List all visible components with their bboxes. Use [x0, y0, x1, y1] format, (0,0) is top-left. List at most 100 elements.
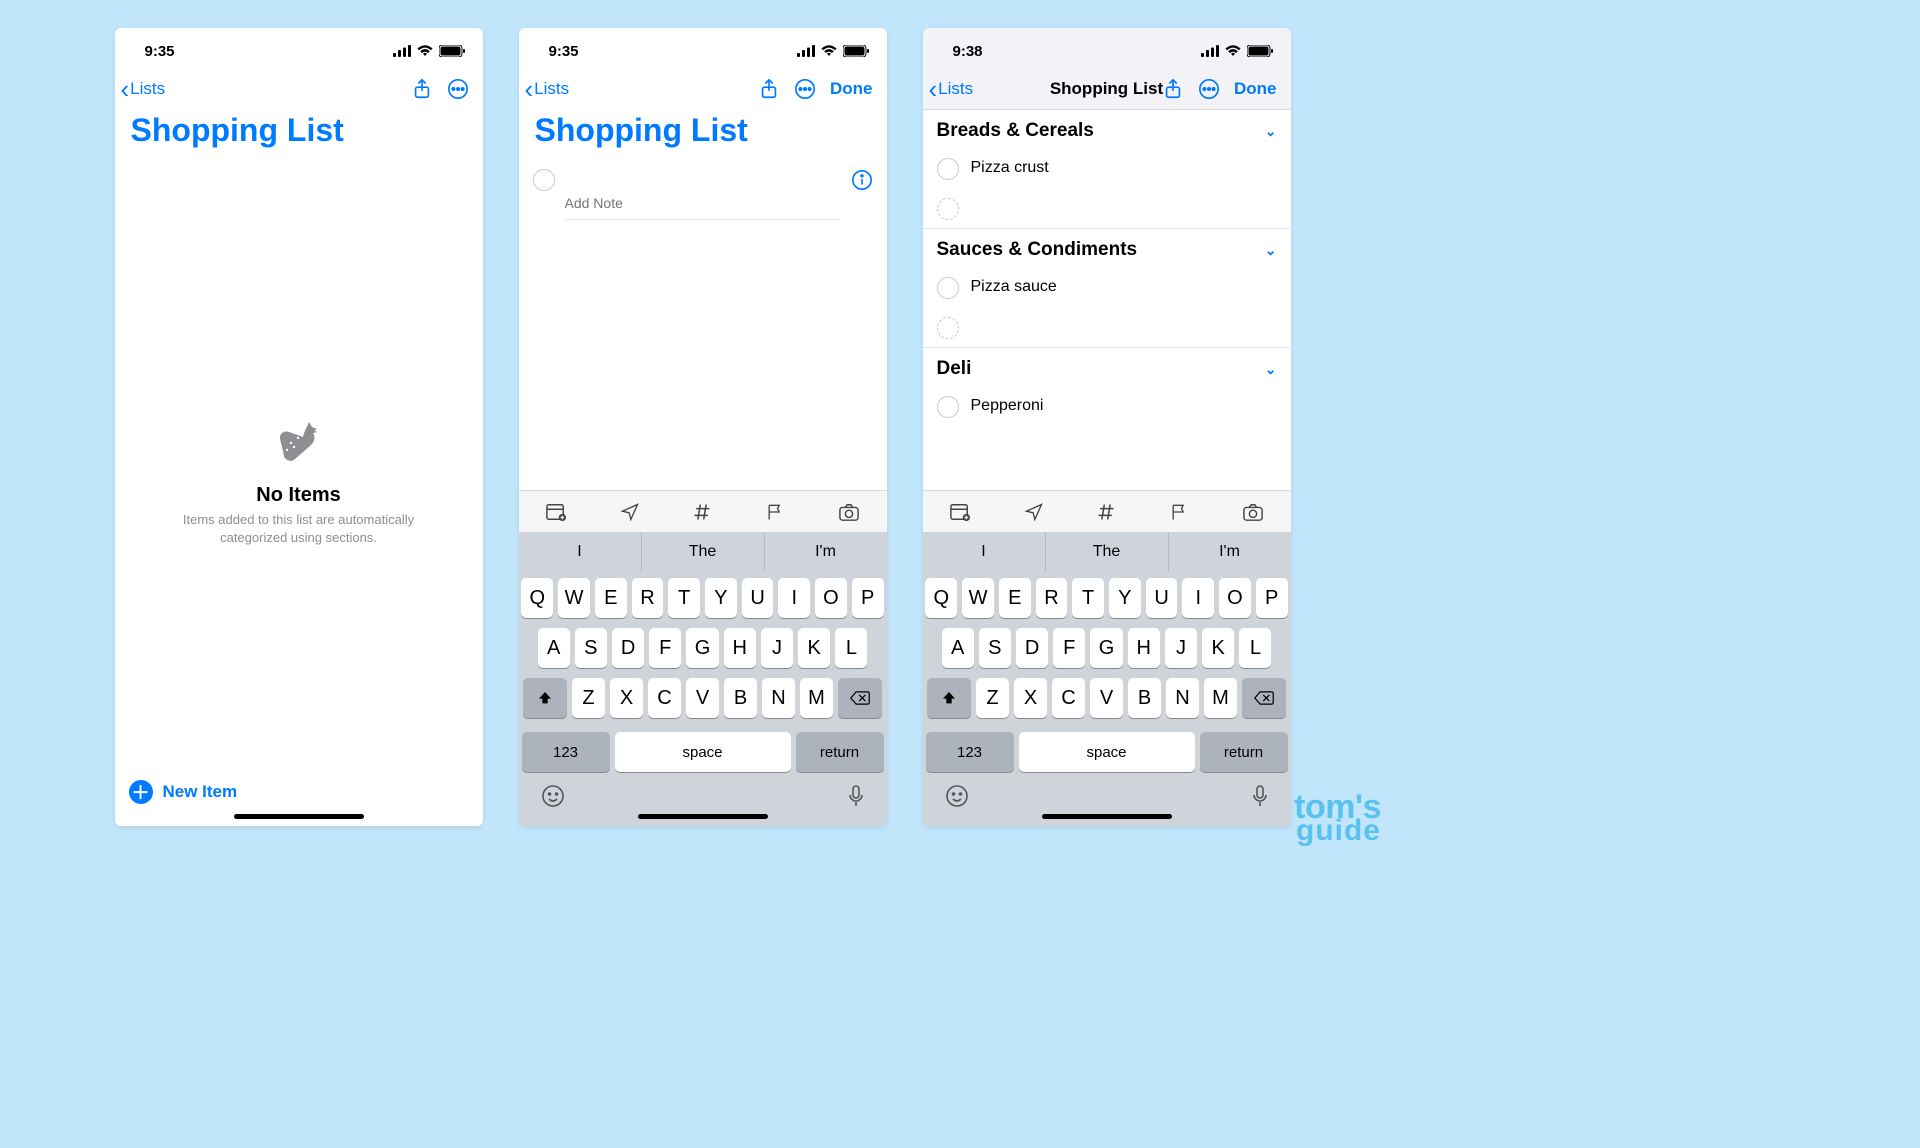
- space-key[interactable]: space: [615, 732, 791, 772]
- key-y[interactable]: Y: [1109, 578, 1141, 618]
- calendar-icon[interactable]: [545, 502, 567, 522]
- key-k[interactable]: K: [798, 628, 830, 668]
- backspace-key[interactable]: [1242, 678, 1286, 718]
- emoji-icon[interactable]: [945, 784, 969, 808]
- reminder-checkbox[interactable]: [937, 396, 959, 418]
- key-b[interactable]: B: [1128, 678, 1161, 718]
- more-icon[interactable]: [1198, 78, 1220, 100]
- key-r[interactable]: R: [1036, 578, 1068, 618]
- key-l[interactable]: L: [1239, 628, 1271, 668]
- key-j[interactable]: J: [761, 628, 793, 668]
- section-header[interactable]: Sauces & Condiments ⌄: [923, 228, 1291, 267]
- key-j[interactable]: J: [1165, 628, 1197, 668]
- key-e[interactable]: E: [595, 578, 627, 618]
- camera-icon[interactable]: [1242, 502, 1264, 522]
- key-x[interactable]: X: [1014, 678, 1047, 718]
- suggestion-1[interactable]: I: [519, 532, 642, 572]
- key-t[interactable]: T: [668, 578, 700, 618]
- home-indicator[interactable]: [1042, 814, 1172, 819]
- hashtag-icon[interactable]: [692, 502, 712, 522]
- reminder-checkbox[interactable]: [937, 158, 959, 180]
- reminder-checkbox-placeholder[interactable]: [937, 198, 959, 220]
- info-icon[interactable]: [851, 169, 873, 191]
- key-w[interactable]: W: [962, 578, 994, 618]
- space-key[interactable]: space: [1019, 732, 1195, 772]
- key-c[interactable]: C: [1052, 678, 1085, 718]
- shift-key[interactable]: [523, 678, 567, 718]
- return-key[interactable]: return: [1200, 732, 1288, 772]
- key-s[interactable]: S: [575, 628, 607, 668]
- new-item-button[interactable]: ＋ New Item: [129, 780, 238, 804]
- key-k[interactable]: K: [1202, 628, 1234, 668]
- location-icon[interactable]: [1024, 502, 1044, 522]
- list-item-placeholder[interactable]: [923, 307, 1291, 347]
- key-r[interactable]: R: [632, 578, 664, 618]
- key-a[interactable]: A: [538, 628, 570, 668]
- list-item-placeholder[interactable]: [923, 188, 1291, 228]
- key-q[interactable]: Q: [925, 578, 957, 618]
- reminder-checkbox[interactable]: [533, 169, 555, 191]
- key-i[interactable]: I: [778, 578, 810, 618]
- numbers-key[interactable]: 123: [926, 732, 1014, 772]
- suggestion-3[interactable]: I'm: [765, 532, 887, 572]
- key-z[interactable]: Z: [976, 678, 1009, 718]
- home-indicator[interactable]: [638, 814, 768, 819]
- reminder-note-input[interactable]: [565, 195, 841, 220]
- camera-icon[interactable]: [838, 502, 860, 522]
- key-s[interactable]: S: [979, 628, 1011, 668]
- key-m[interactable]: M: [1204, 678, 1237, 718]
- shift-key[interactable]: [927, 678, 971, 718]
- key-p[interactable]: P: [1256, 578, 1288, 618]
- key-w[interactable]: W: [558, 578, 590, 618]
- key-b[interactable]: B: [724, 678, 757, 718]
- reminder-checkbox[interactable]: [937, 277, 959, 299]
- key-n[interactable]: N: [1166, 678, 1199, 718]
- list-item[interactable]: Pizza crust: [923, 148, 1291, 188]
- home-indicator[interactable]: [234, 814, 364, 819]
- list-item[interactable]: Pizza sauce: [923, 267, 1291, 307]
- key-i[interactable]: I: [1182, 578, 1214, 618]
- return-key[interactable]: return: [796, 732, 884, 772]
- backspace-key[interactable]: [838, 678, 882, 718]
- suggestion-1[interactable]: I: [923, 532, 1046, 572]
- key-l[interactable]: L: [835, 628, 867, 668]
- more-icon[interactable]: [794, 78, 816, 100]
- key-z[interactable]: Z: [572, 678, 605, 718]
- suggestion-2[interactable]: The: [642, 532, 765, 572]
- key-v[interactable]: V: [1090, 678, 1123, 718]
- location-icon[interactable]: [620, 502, 640, 522]
- key-g[interactable]: G: [686, 628, 718, 668]
- key-v[interactable]: V: [686, 678, 719, 718]
- flag-icon[interactable]: [765, 502, 785, 522]
- reminder-title-input[interactable]: [565, 167, 841, 195]
- key-g[interactable]: G: [1090, 628, 1122, 668]
- suggestion-3[interactable]: I'm: [1169, 532, 1291, 572]
- key-e[interactable]: E: [999, 578, 1031, 618]
- section-header[interactable]: Deli ⌄: [923, 347, 1291, 386]
- key-o[interactable]: O: [815, 578, 847, 618]
- dictation-icon[interactable]: [1251, 784, 1269, 808]
- flag-icon[interactable]: [1169, 502, 1189, 522]
- emoji-icon[interactable]: [541, 784, 565, 808]
- calendar-icon[interactable]: [949, 502, 971, 522]
- back-button[interactable]: ‹ Lists: [929, 76, 974, 102]
- back-button[interactable]: ‹ Lists: [525, 76, 570, 102]
- key-h[interactable]: H: [724, 628, 756, 668]
- suggestion-2[interactable]: The: [1046, 532, 1169, 572]
- key-h[interactable]: H: [1128, 628, 1160, 668]
- key-y[interactable]: Y: [705, 578, 737, 618]
- key-f[interactable]: F: [649, 628, 681, 668]
- back-button[interactable]: ‹ Lists: [121, 76, 166, 102]
- key-u[interactable]: U: [742, 578, 774, 618]
- key-q[interactable]: Q: [521, 578, 553, 618]
- key-d[interactable]: D: [1016, 628, 1048, 668]
- dictation-icon[interactable]: [847, 784, 865, 808]
- key-m[interactable]: M: [800, 678, 833, 718]
- key-n[interactable]: N: [762, 678, 795, 718]
- done-button[interactable]: Done: [1234, 79, 1277, 99]
- hashtag-icon[interactable]: [1096, 502, 1116, 522]
- key-x[interactable]: X: [610, 678, 643, 718]
- key-u[interactable]: U: [1146, 578, 1178, 618]
- key-a[interactable]: A: [942, 628, 974, 668]
- key-o[interactable]: O: [1219, 578, 1251, 618]
